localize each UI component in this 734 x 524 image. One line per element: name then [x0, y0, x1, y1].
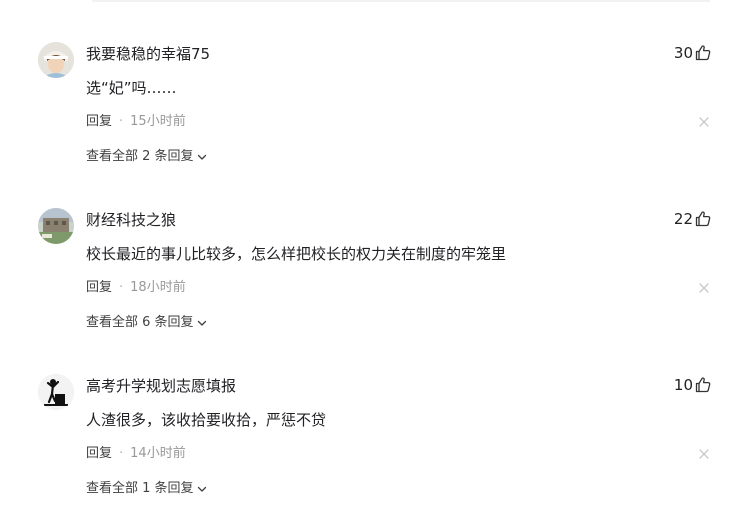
avatar[interactable] — [38, 42, 74, 78]
timestamp: 14小时前 — [130, 446, 186, 461]
chevron-down-icon — [197, 154, 206, 160]
view-all-replies-button[interactable]: 查看全部 2 条回复 — [86, 148, 208, 166]
comment-item: 高考升学规划志愿填报 10 人渣很多，该收拾要收拾，严惩不贷 回复 · 14小时… — [0, 374, 734, 524]
comment-text: 校长最近的事儿比较多，怎么样把校长的权力关在制度的牢笼里 — [86, 245, 507, 263]
reply-button[interactable]: 回复 — [86, 113, 112, 131]
thumbs-up-icon — [695, 45, 711, 61]
username[interactable]: 我要稳稳的幸福75 — [86, 44, 210, 64]
like-button[interactable]: 22 — [674, 209, 712, 229]
avatar[interactable] — [38, 208, 74, 244]
comment-meta: 回复 · 15小时前 — [86, 113, 186, 131]
reply-button[interactable]: 回复 — [86, 445, 112, 463]
close-icon[interactable] — [698, 282, 710, 294]
comment-item: 我要稳稳的幸福75 30 选“妃”吗…… 回复 · 15小时前 查看全部 2 条… — [0, 42, 734, 192]
top-divider — [92, 0, 710, 2]
timestamp: 15小时前 — [130, 114, 186, 129]
comment-meta: 回复 · 14小时前 — [86, 445, 186, 463]
like-button[interactable]: 10 — [674, 375, 712, 395]
like-count: 30 — [673, 44, 693, 62]
like-button[interactable]: 30 — [674, 43, 712, 63]
chevron-down-icon — [197, 486, 206, 492]
separator: · — [119, 114, 124, 129]
separator: · — [119, 446, 124, 461]
thumbs-up-icon — [695, 377, 711, 393]
avatar-image — [38, 208, 74, 244]
reply-button[interactable]: 回复 — [86, 279, 112, 297]
view-all-replies-button[interactable]: 查看全部 1 条回复 — [86, 480, 208, 498]
like-count: 10 — [673, 376, 693, 394]
avatar[interactable] — [38, 374, 74, 410]
avatar-image — [38, 42, 74, 78]
like-count: 22 — [673, 210, 693, 228]
username[interactable]: 高考升学规划志愿填报 — [86, 376, 236, 396]
thumbs-up-icon — [695, 211, 711, 227]
comment-text: 人渣很多，该收拾要收拾，严惩不贷 — [86, 411, 327, 429]
view-all-replies-label: 查看全部 2 条回复 — [86, 149, 194, 164]
comment-text: 选“妃”吗…… — [86, 79, 177, 97]
avatar-image — [38, 374, 74, 410]
view-all-replies-label: 查看全部 6 条回复 — [86, 315, 194, 330]
comment-item: 财经科技之狼 22 校长最近的事儿比较多，怎么样把校长的权力关在制度的牢笼里 回… — [0, 208, 734, 358]
view-all-replies-label: 查看全部 1 条回复 — [86, 481, 194, 496]
username[interactable]: 财经科技之狼 — [86, 210, 176, 230]
separator: · — [119, 280, 124, 295]
timestamp: 18小时前 — [130, 280, 186, 295]
comment-meta: 回复 · 18小时前 — [86, 279, 186, 297]
close-icon[interactable] — [698, 116, 710, 128]
view-all-replies-button[interactable]: 查看全部 6 条回复 — [86, 314, 208, 332]
close-icon[interactable] — [698, 448, 710, 460]
chevron-down-icon — [197, 320, 206, 326]
